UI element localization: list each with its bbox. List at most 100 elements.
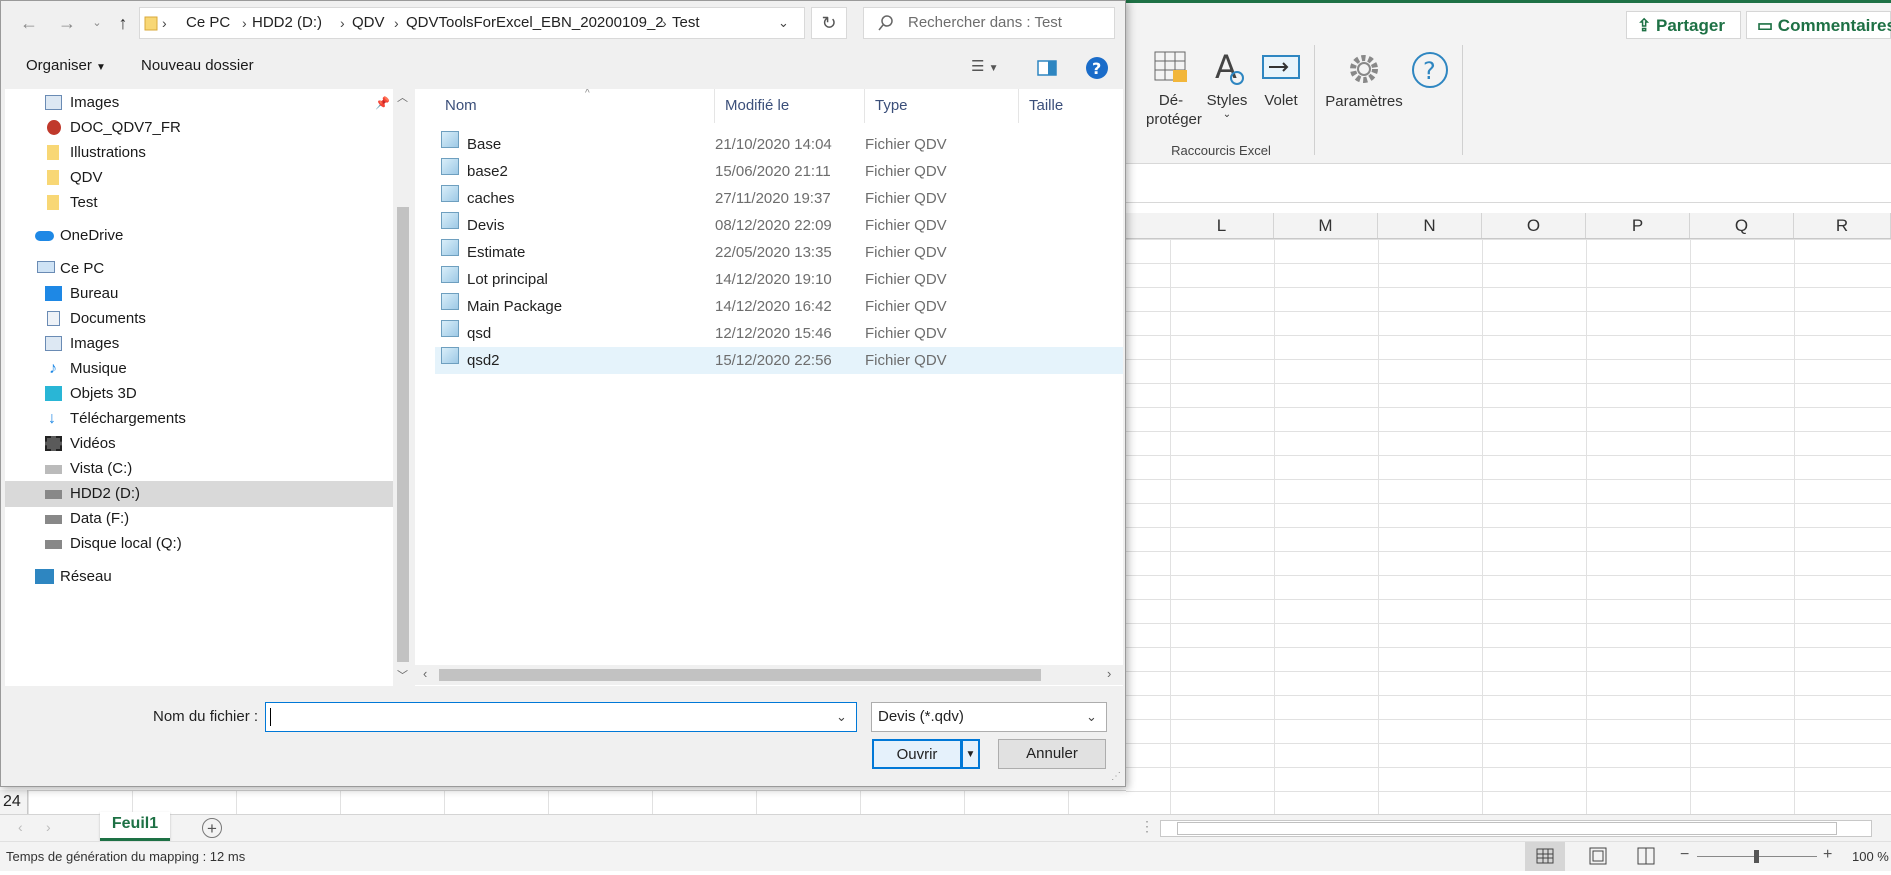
chevron-right-icon[interactable]: › xyxy=(1107,666,1111,681)
up-arrow-icon[interactable]: ↑ xyxy=(111,11,135,35)
resize-grip-icon[interactable]: ⋰ xyxy=(1111,771,1121,782)
sheet-tab-feuil1[interactable]: Feuil1 xyxy=(100,812,170,841)
breadcrumb-hdd2[interactable]: HDD2 (D:) xyxy=(252,8,322,38)
nav-item-documents[interactable]: Documents xyxy=(5,306,393,332)
breadcrumb-qdvtools[interactable]: QDVToolsForExcel_EBN_20200109_2 xyxy=(406,8,664,38)
file-row[interactable]: Lot principal 14/12/2020 19:10 Fichier QDV xyxy=(435,266,1123,293)
file-type: Fichier QDV xyxy=(865,244,947,261)
file-row[interactable]: Estimate 22/05/2020 13:35 Fichier QDV xyxy=(435,239,1123,266)
chevron-left-icon[interactable]: ‹ xyxy=(423,666,427,681)
column-header-name[interactable]: Nom ^ xyxy=(435,89,715,123)
scroll-thumb[interactable] xyxy=(397,207,409,662)
zoom-out-button[interactable]: − xyxy=(1680,846,1689,864)
nav-item-telechargements[interactable]: ↓ Téléchargements xyxy=(5,406,393,432)
scroll-thumb[interactable] xyxy=(1177,822,1837,835)
nav-item-images-quick[interactable]: Images 📌 xyxy=(5,90,393,116)
nav-item-test[interactable]: Test xyxy=(5,190,393,216)
filetype-select[interactable]: Devis (*.qdv) ⌄ xyxy=(871,702,1107,732)
nav-item-images[interactable]: Images xyxy=(5,331,393,357)
cell-grid[interactable] xyxy=(1126,239,1891,814)
column-header-l[interactable]: L xyxy=(1170,213,1274,238)
page-break-button[interactable] xyxy=(1628,842,1664,871)
organize-button[interactable]: Organiser ▼ xyxy=(26,57,106,74)
nav-item-hdd2-d[interactable]: HDD2 (D:) xyxy=(5,481,393,507)
nav-item-reseau[interactable]: Réseau xyxy=(5,564,393,590)
unprotect-button[interactable]: Dé- protéger xyxy=(1146,48,1202,129)
forward-arrow-icon[interactable]: → xyxy=(55,11,79,35)
help-icon[interactable]: ? xyxy=(1085,56,1109,80)
styles-button[interactable]: A Styles ⌄ xyxy=(1202,48,1252,120)
horizontal-scrollbar[interactable] xyxy=(1160,820,1872,837)
zoom-level[interactable]: 100 % xyxy=(1852,849,1889,864)
file-list-hscrollbar[interactable]: ‹ › xyxy=(415,665,1123,685)
column-header-o[interactable]: O xyxy=(1482,213,1586,238)
chevron-down-icon[interactable]: ⌄ xyxy=(778,8,789,38)
navigation-pane[interactable]: Images 📌 DOC_QDV7_FR Illustrations QDV T… xyxy=(5,89,413,686)
breadcrumb-test[interactable]: Test xyxy=(672,8,700,38)
comments-button[interactable]: ▭ Commentaires xyxy=(1746,11,1891,39)
column-header-q[interactable]: Q xyxy=(1690,213,1794,238)
nav-item-disque-q[interactable]: Disque local (Q:) xyxy=(5,531,393,557)
cancel-button[interactable]: Annuler xyxy=(998,739,1106,769)
refresh-button[interactable]: ↻ xyxy=(811,7,847,39)
settings-button[interactable]: Paramètres xyxy=(1324,51,1404,111)
scroll-thumb[interactable] xyxy=(439,669,1041,681)
row-header-24[interactable]: 24 xyxy=(0,790,28,814)
chevron-up-icon[interactable]: ︿ xyxy=(397,89,408,105)
preview-pane-icon[interactable] xyxy=(1037,60,1057,76)
pin-icon[interactable]: 📌 xyxy=(375,90,390,116)
help-button[interactable]: ? xyxy=(1410,51,1450,95)
nav-item-ce-pc[interactable]: Ce PC xyxy=(5,256,393,282)
nav-item-videos[interactable]: Vidéos xyxy=(5,431,393,457)
search-input[interactable]: Rechercher dans : Test xyxy=(863,7,1115,39)
file-list[interactable]: Nom ^ Modifié le Type Taille Base 21/10/2… xyxy=(415,89,1123,686)
column-header-n[interactable]: N xyxy=(1378,213,1482,238)
address-bar[interactable]: › Ce PC › HDD2 (D:) › QDV › QDVToolsForE… xyxy=(139,7,805,39)
open-button[interactable]: Ouvrir xyxy=(872,739,962,769)
file-row[interactable]: Main Package 14/12/2020 16:42 Fichier QDV xyxy=(435,293,1123,320)
pane-button[interactable]: Volet xyxy=(1256,48,1306,110)
breadcrumb-ce-pc[interactable]: Ce PC xyxy=(186,8,230,38)
file-row[interactable]: caches 27/11/2020 19:37 Fichier QDV xyxy=(435,185,1123,212)
breadcrumb-qdv[interactable]: QDV xyxy=(352,8,385,38)
view-options-icon[interactable]: ☰ ▼ xyxy=(971,57,999,75)
nav-item-qdv[interactable]: QDV xyxy=(5,165,393,191)
column-header-type[interactable]: Type xyxy=(865,89,1019,123)
nav-scrollbar[interactable]: ︿ ﹀ xyxy=(393,89,413,686)
formula-bar[interactable] xyxy=(1126,172,1891,203)
nav-item-objets-3d[interactable]: Objets 3D xyxy=(5,381,393,407)
share-button[interactable]: ⇪ Partager xyxy=(1626,11,1741,39)
chevron-down-icon[interactable]: ⌄ xyxy=(836,703,847,731)
file-row[interactable]: base2 15/06/2020 21:11 Fichier QDV xyxy=(435,158,1123,185)
nav-item-data-f[interactable]: Data (F:) xyxy=(5,506,393,532)
column-header-r[interactable]: R xyxy=(1794,213,1891,238)
column-header-size[interactable]: Taille xyxy=(1019,89,1123,123)
column-header-p[interactable]: P xyxy=(1586,213,1690,238)
nav-item-musique[interactable]: ♪ Musique xyxy=(5,356,393,382)
file-row[interactable]: Base 21/10/2020 14:04 Fichier QDV xyxy=(435,131,1123,158)
file-row[interactable]: Devis 08/12/2020 22:09 Fichier QDV xyxy=(435,212,1123,239)
nav-item-onedrive[interactable]: OneDrive xyxy=(5,223,393,249)
zoom-in-button[interactable]: + xyxy=(1823,846,1832,864)
filename-field[interactable]: ⌄ xyxy=(265,702,857,732)
normal-view-button[interactable] xyxy=(1525,842,1565,871)
new-folder-button[interactable]: Nouveau dossier xyxy=(141,57,254,74)
column-header-modified[interactable]: Modifié le xyxy=(715,89,865,123)
open-dropdown-button[interactable]: ▼ xyxy=(962,739,980,769)
chevron-down-icon[interactable]: ﹀ xyxy=(397,667,408,683)
sheet-next-icon[interactable]: › xyxy=(46,819,51,835)
nav-item-bureau[interactable]: Bureau xyxy=(5,281,393,307)
recent-dropdown-icon[interactable]: ⌄ xyxy=(85,11,109,35)
nav-item-illustrations[interactable]: Illustrations xyxy=(5,140,393,166)
nav-item-vista-c[interactable]: Vista (C:) xyxy=(5,456,393,482)
zoom-slider-thumb[interactable] xyxy=(1754,850,1759,863)
file-row-selected[interactable]: qsd2 15/12/2020 22:56 Fichier QDV xyxy=(435,347,1123,374)
file-row[interactable]: qsd 12/12/2020 15:46 Fichier QDV xyxy=(435,320,1123,347)
back-arrow-icon[interactable]: ← xyxy=(17,11,41,35)
column-header-m[interactable]: M xyxy=(1274,213,1378,238)
page-layout-button[interactable] xyxy=(1580,842,1616,871)
nav-item-doc-qdv7[interactable]: DOC_QDV7_FR xyxy=(5,115,393,141)
splitter-handle-icon[interactable]: ⋮ xyxy=(1140,818,1154,835)
sheet-prev-icon[interactable]: ‹ xyxy=(18,819,23,835)
add-sheet-button[interactable]: + xyxy=(202,818,222,838)
